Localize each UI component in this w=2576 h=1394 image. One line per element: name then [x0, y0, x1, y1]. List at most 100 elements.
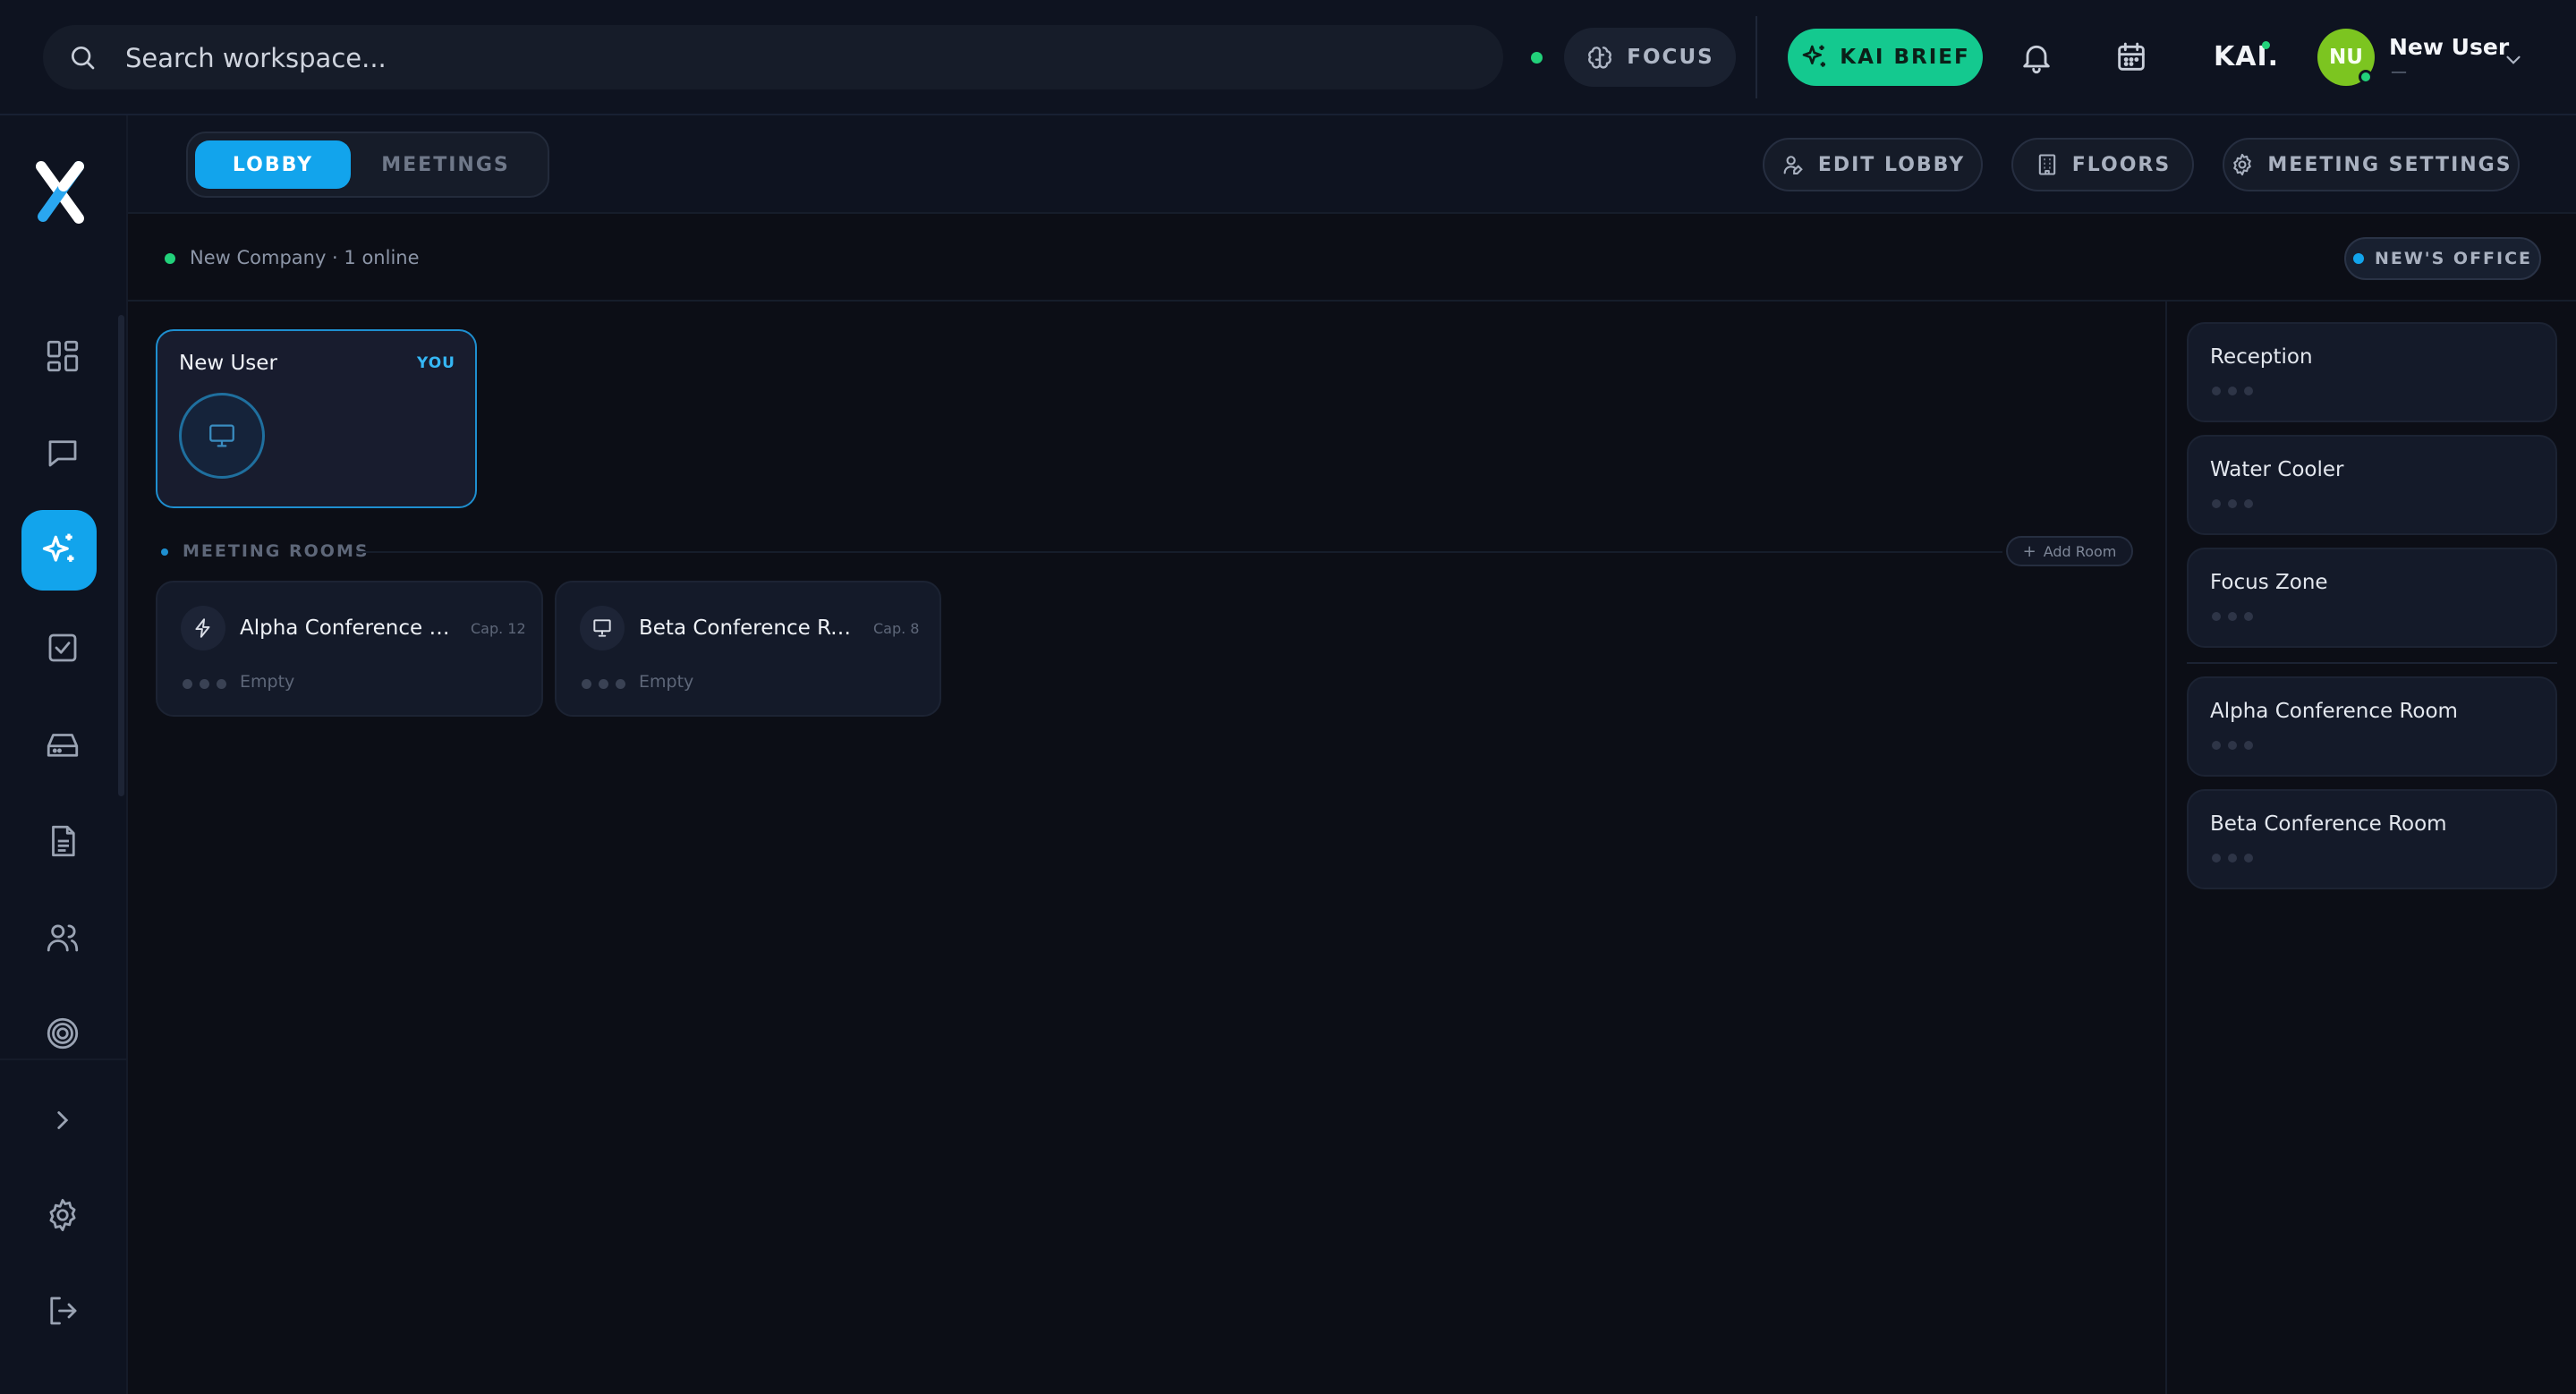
- room-status: Empty: [639, 672, 694, 692]
- brain-icon: [1586, 43, 1614, 72]
- meeting-settings-button[interactable]: MEETING SETTINGS: [2223, 138, 2520, 191]
- tab-meetings[interactable]: MEETINGS: [356, 140, 535, 189]
- inbox-icon: [44, 726, 81, 763]
- add-room-label: Add Room: [2043, 542, 2117, 560]
- kai-status-dot: [2262, 41, 2270, 49]
- sidebar-scrollbar[interactable]: [118, 315, 124, 796]
- room-capacity: Cap. 12: [471, 620, 526, 637]
- search-input[interactable]: [123, 25, 1469, 91]
- zone-card-reception[interactable]: Reception: [2187, 322, 2557, 422]
- user-menu-toggle[interactable]: [2502, 48, 2525, 72]
- target-icon: [44, 1015, 81, 1052]
- sidebar-divider: [0, 1058, 126, 1060]
- office-badge[interactable]: NEW'S OFFICE: [2344, 237, 2541, 280]
- zones-divider: [2187, 662, 2557, 664]
- kai-brief-label: KAI BRIEF: [1840, 46, 1970, 69]
- sidebar-item-settings[interactable]: [43, 1195, 82, 1235]
- chevron-right-icon: [47, 1105, 78, 1135]
- document-icon: [44, 822, 81, 860]
- dashboard-icon: [44, 337, 81, 375]
- sidebar-item-lobby[interactable]: [39, 531, 79, 570]
- focus-button[interactable]: FOCUS: [1564, 28, 1736, 87]
- zone-occupancy-dots: [2212, 854, 2253, 863]
- zone-name: Focus Zone: [2210, 571, 2328, 594]
- company-status: New Company · 1 online: [190, 247, 420, 268]
- tab-lobby[interactable]: LOBBY: [195, 140, 351, 189]
- meeting-room-card[interactable]: Alpha Conference Ro... Cap. 12 Empty: [156, 581, 543, 717]
- occupancy-dots: [582, 679, 625, 689]
- calendar-button[interactable]: [2113, 39, 2149, 75]
- sparkles-icon: [39, 531, 79, 570]
- zone-card-water-cooler[interactable]: Water Cooler: [2187, 435, 2557, 535]
- chat-icon: [44, 434, 81, 472]
- sidebar-item-chat[interactable]: [43, 433, 82, 472]
- zone-name: Reception: [2210, 345, 2313, 369]
- app-logo[interactable]: [32, 159, 91, 224]
- search-icon: [68, 43, 97, 72]
- zone-name: Water Cooler: [2210, 458, 2344, 481]
- gear-icon: [44, 1196, 81, 1234]
- zone-occupancy-dots: [2212, 387, 2253, 395]
- focus-label: FOCUS: [1627, 46, 1714, 69]
- office-badge-label: NEW'S OFFICE: [2374, 249, 2533, 268]
- edit-lobby-button[interactable]: EDIT LOBBY: [1763, 138, 1983, 191]
- calendar-icon: [2113, 39, 2149, 75]
- topbar-divider: [1756, 16, 1757, 98]
- sidebar-item-goals[interactable]: [43, 1014, 82, 1053]
- building-icon: [2035, 152, 2060, 177]
- company-online-dot: [165, 253, 175, 264]
- sidebar-item-dashboard[interactable]: [43, 336, 82, 376]
- sidebar-logout-button[interactable]: [43, 1291, 82, 1330]
- zone-occupancy-dots: [2212, 499, 2253, 508]
- monitor-icon: [207, 421, 237, 451]
- room-status: Empty: [240, 672, 295, 692]
- room-name: Alpha Conference Ro...: [240, 616, 455, 640]
- sidebar-item-inbox[interactable]: [43, 725, 82, 764]
- gear-icon: [2230, 152, 2255, 177]
- zone-occupancy-dots: [2212, 741, 2253, 750]
- office-dot: [2352, 253, 2364, 264]
- chevron-down-icon: [2502, 48, 2525, 72]
- company-bar: [128, 214, 2576, 302]
- meeting-settings-label: MEETING SETTINGS: [2267, 153, 2512, 176]
- kai-brief-button[interactable]: KAI BRIEF: [1788, 29, 1983, 86]
- meeting-rooms-title: MEETING ROOMS: [183, 541, 370, 561]
- meeting-rooms-dot: [161, 548, 168, 556]
- sidebar-expand-button[interactable]: [43, 1101, 82, 1140]
- zone-name: Alpha Conference Room: [2210, 700, 2458, 723]
- zone-name: Beta Conference Room: [2210, 812, 2447, 836]
- search-bar[interactable]: [43, 25, 1503, 91]
- edit-lobby-label: EDIT LOBBY: [1817, 153, 1966, 176]
- user-card-avatar[interactable]: [179, 393, 265, 479]
- room-capacity: Cap. 8: [873, 620, 920, 637]
- zone-card-focus-zone[interactable]: Focus Zone: [2187, 548, 2557, 648]
- presentation-icon: [580, 606, 625, 650]
- user-subtitle: —: [2391, 63, 2407, 81]
- user-name[interactable]: New User: [2389, 34, 2509, 60]
- bolt-icon: [181, 606, 225, 650]
- user-card-name: New User: [179, 352, 277, 375]
- plus-icon: +: [2022, 541, 2036, 561]
- you-badge: YOU: [417, 354, 455, 372]
- sidebar-item-people[interactable]: [43, 918, 82, 957]
- zone-occupancy-dots: [2212, 612, 2253, 621]
- zone-card-alpha-conference-room[interactable]: Alpha Conference Room: [2187, 676, 2557, 777]
- users-icon: [44, 919, 81, 956]
- user-edit-icon: [1781, 152, 1806, 177]
- floors-label: FLOORS: [2071, 153, 2172, 176]
- sidebar-item-documents[interactable]: [43, 821, 82, 861]
- meeting-rooms-divider: [356, 551, 2002, 553]
- sparkles-icon: [1800, 43, 1829, 72]
- add-room-button[interactable]: + Add Room: [2006, 536, 2133, 566]
- checkbox-icon: [44, 629, 81, 667]
- zone-card-beta-conference-room[interactable]: Beta Conference Room: [2187, 789, 2557, 889]
- bell-icon: [2019, 39, 2054, 75]
- notifications-button[interactable]: [2019, 39, 2054, 75]
- logout-icon: [44, 1292, 81, 1330]
- floors-button[interactable]: FLOORS: [2011, 138, 2194, 191]
- meeting-room-card[interactable]: Beta Conference Roo... Cap. 8 Empty: [555, 581, 941, 717]
- occupancy-dots: [183, 679, 226, 689]
- room-name: Beta Conference Roo...: [639, 616, 854, 640]
- online-status-dot: [1531, 52, 1543, 64]
- sidebar-item-tasks[interactable]: [43, 628, 82, 667]
